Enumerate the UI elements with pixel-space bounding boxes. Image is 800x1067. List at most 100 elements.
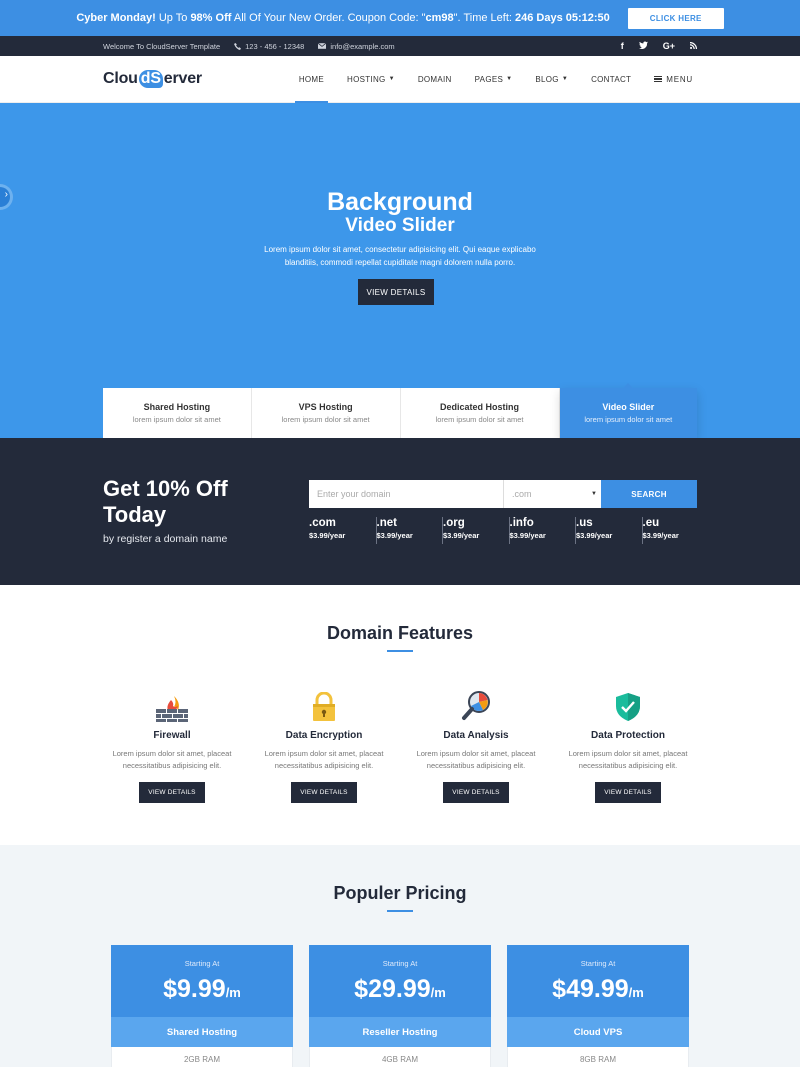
tld-name: .com xyxy=(309,517,336,529)
tld-select-value: .com xyxy=(512,489,532,499)
promo-text-2: All Of Your New Order. Coupon Code: " xyxy=(231,12,426,24)
price-amount: $29.99 xyxy=(354,975,431,1003)
tld-price: $3.99/year xyxy=(509,531,546,540)
pricing-card: Starting At $9.99/m Shared Hosting 2GB R… xyxy=(111,945,293,1067)
hero-text: Lorem ipsum dolor sit amet, consectetur … xyxy=(264,245,536,267)
feature-text: Lorem ipsum dolor sit amet, placeat nece… xyxy=(568,749,688,770)
price-starting-label: Starting At xyxy=(580,959,616,968)
plan-feature: 8GB RAM xyxy=(507,1047,689,1067)
caret-down-icon: ▼ xyxy=(591,491,597,497)
price-value: $29.99/m xyxy=(309,975,491,1004)
price-starting-label: Starting At xyxy=(382,959,418,968)
nav-blog[interactable]: BLOG ▼ xyxy=(531,56,572,102)
twitter-icon[interactable] xyxy=(638,41,648,51)
rss-icon[interactable] xyxy=(689,41,698,51)
tld-name: .net xyxy=(376,517,397,529)
click-here-button[interactable]: CLICK HERE xyxy=(627,7,724,29)
feature-view-details-button[interactable]: VIEW DETAILS xyxy=(291,782,357,803)
feature-view-details-button[interactable]: VIEW DETAILS xyxy=(443,782,509,803)
google-plus-icon[interactable]: G+ xyxy=(663,41,675,51)
domain-search-input[interactable]: Enter your domain xyxy=(309,480,504,508)
nav-contact[interactable]: CONTACT xyxy=(587,56,635,102)
nav-hosting[interactable]: HOSTING ▼ xyxy=(343,56,399,102)
tab-subtitle: lorem ipsum dolor sit amet xyxy=(281,415,370,424)
price-starting-label: Starting At xyxy=(184,959,220,968)
hero-subtitle: Video Slider xyxy=(345,215,455,236)
domain-search-button[interactable]: SEARCH xyxy=(601,480,697,508)
feature-title: Firewall xyxy=(153,730,191,741)
tld-item: .net $3.99/year xyxy=(375,517,443,544)
main-navigation: Clou dS erver HOME HOSTING ▼ DOMAIN PAGES ▼ … xyxy=(0,56,800,103)
title-underline xyxy=(387,650,413,652)
pricing-cards: Starting At $9.99/m Shared Hosting 2GB R… xyxy=(111,945,689,1067)
promo-text: Cyber Monday! Up To 98% Off All Of Your … xyxy=(76,12,609,24)
plan-name: Reseller Hosting xyxy=(309,1017,491,1047)
feature-data-protection: Data Protection Lorem ipsum dolor sit am… xyxy=(552,688,704,803)
tld-price: $3.99/year xyxy=(443,531,480,540)
hero-view-details-button[interactable]: VIEW DETAILS xyxy=(358,279,434,305)
hosting-tabs: Shared Hosting lorem ipsum dolor sit ame… xyxy=(103,383,697,438)
feature-text: Lorem ipsum dolor sit amet, placeat nece… xyxy=(264,749,384,770)
logo-bubble: dS xyxy=(138,70,163,88)
tld-item: .com $3.99/year xyxy=(309,517,376,544)
promo-label: Cyber Monday! xyxy=(76,12,156,24)
tld-price: $3.99/year xyxy=(376,531,413,540)
price-value: $49.99/m xyxy=(507,975,689,1004)
tab-video-slider[interactable]: Video Slider lorem ipsum dolor sit amet xyxy=(559,383,697,438)
lock-icon xyxy=(248,688,400,722)
tld-price: $3.99/year xyxy=(309,531,346,540)
tld-name: .eu xyxy=(642,517,660,529)
domain-search-section: Get 10% Off Today by register a domain n… xyxy=(0,438,800,585)
hero-slider: Background Video Slider Lorem ipsum dolo… xyxy=(0,103,800,438)
price-period: /m xyxy=(628,985,644,1000)
facebook-icon[interactable]: f xyxy=(621,41,624,51)
tab-vps-hosting[interactable]: VPS Hosting lorem ipsum dolor sit amet xyxy=(251,388,401,438)
pricing-card: Starting At $29.99/m Reseller Hosting 4G… xyxy=(309,945,491,1067)
pricing-title: Populer Pricing xyxy=(333,883,467,903)
title-underline xyxy=(387,910,413,912)
tld-name: .us xyxy=(576,517,593,529)
feature-text: Lorem ipsum dolor sit amet, placeat nece… xyxy=(416,749,536,770)
phone-number: 123 - 456 - 12348 xyxy=(245,41,305,51)
price-value: $9.99/m xyxy=(111,975,293,1004)
nav-blog-label: BLOG xyxy=(535,74,559,84)
feature-data-analysis: Data Analysis Lorem ipsum dolor sit amet… xyxy=(400,688,552,803)
tld-name: .org xyxy=(443,517,465,529)
nav-menu-toggle[interactable]: MENU xyxy=(650,56,697,102)
feature-title: Data Encryption xyxy=(285,730,363,741)
promo-text-3: ". Time Left: xyxy=(453,12,515,24)
nav-menu-label: MENU xyxy=(666,74,693,84)
nav-domain[interactable]: DOMAIN xyxy=(414,56,456,102)
email-info[interactable]: info@example.com xyxy=(318,42,395,51)
plan-feature: 2GB RAM xyxy=(111,1047,293,1067)
price-period: /m xyxy=(225,985,241,1000)
feature-view-details-button[interactable]: VIEW DETAILS xyxy=(139,782,205,803)
promo-code: cm98 xyxy=(425,12,454,24)
feature-view-details-button[interactable]: VIEW DETAILS xyxy=(595,782,661,803)
nav-pages[interactable]: PAGES ▼ xyxy=(471,56,517,102)
tld-select[interactable]: .com ▼ xyxy=(504,480,601,508)
feature-firewall: Firewall Lorem ipsum dolor sit amet, pla… xyxy=(96,688,248,803)
pricing-card: Starting At $49.99/m Cloud VPS 8GB RAM xyxy=(507,945,689,1067)
envelope-icon xyxy=(318,43,327,49)
nav-home[interactable]: HOME xyxy=(294,56,329,103)
tab-shared-hosting[interactable]: Shared Hosting lorem ipsum dolor sit ame… xyxy=(103,388,252,438)
hero-title: Background xyxy=(327,188,473,216)
nav-pages-label: PAGES xyxy=(474,74,504,84)
nav-menu: HOME HOSTING ▼ DOMAIN PAGES ▼ BLOG ▼ CONTAC… xyxy=(294,56,697,103)
email-address[interactable]: info@example.com xyxy=(330,42,394,51)
tab-subtitle: lorem ipsum dolor sit amet xyxy=(584,415,673,424)
plan-name: Cloud VPS xyxy=(507,1017,689,1047)
welcome-text: Welcome To CloudServer Template xyxy=(103,41,221,51)
promo-time-left: 246 Days 05:12:50 xyxy=(515,12,610,24)
pricing-section: Populer Pricing Starting At $9.99/m Shar… xyxy=(0,845,800,1067)
promo-bar: Cyber Monday! Up To 98% Off All Of Your … xyxy=(0,0,800,36)
shield-icon xyxy=(552,688,704,722)
logo[interactable]: Clou dS erver xyxy=(103,70,202,88)
promo-discount: 98% Off xyxy=(190,12,232,24)
magnifier-chart-icon xyxy=(400,688,552,722)
feature-title: Data Protection xyxy=(591,730,665,741)
social-links: f G+ xyxy=(621,41,698,51)
tab-title: Dedicated Hosting xyxy=(440,402,520,412)
tab-dedicated-hosting[interactable]: Dedicated Hosting lorem ipsum dolor sit … xyxy=(400,388,560,438)
